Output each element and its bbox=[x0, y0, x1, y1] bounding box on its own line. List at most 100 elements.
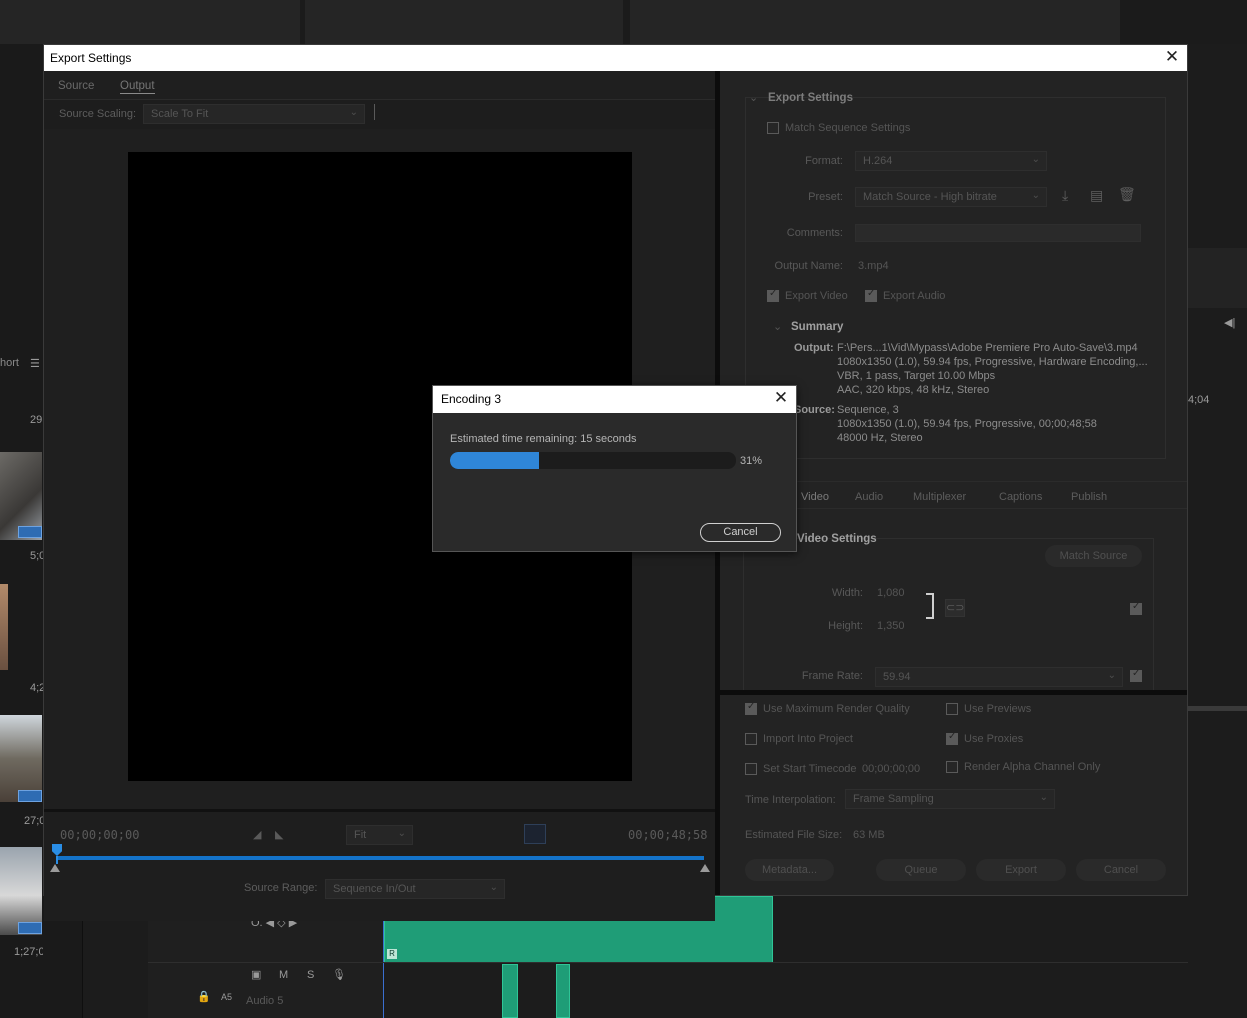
collapse-chevron-icon[interactable]: ⌄ bbox=[749, 91, 758, 104]
metadata-button[interactable]: Metadata... bbox=[745, 859, 834, 881]
project-panel-tab[interactable]: hort bbox=[0, 357, 19, 369]
mic-icon[interactable]: 🎙 bbox=[332, 968, 346, 981]
playhead-icon[interactable] bbox=[52, 844, 62, 856]
export-audio-label: Export Audio bbox=[883, 290, 946, 302]
comments-input[interactable] bbox=[855, 224, 1141, 242]
timestamp: 4;04 bbox=[1188, 394, 1210, 406]
summary-output-line: 1080x1350 (1.0), 59.94 fps, Progressive,… bbox=[837, 356, 1148, 368]
export-audio-checkbox[interactable] bbox=[865, 288, 877, 302]
close-icon[interactable]: ✕ bbox=[772, 389, 790, 407]
save-preset-icon[interactable]: ⤓ bbox=[1062, 187, 1068, 204]
match-source-button[interactable]: Match Source bbox=[1045, 545, 1142, 567]
render-alpha-checkbox[interactable] bbox=[946, 761, 958, 773]
source-scaling-dropdown[interactable]: Scale To Fit ⌄ bbox=[143, 104, 365, 124]
preset-dropdown[interactable]: Match Source - High bitrate ⌄ bbox=[855, 187, 1047, 207]
audio-clip[interactable] bbox=[556, 964, 570, 1018]
dialog-titlebar: Encoding 3 ✕ bbox=[433, 386, 796, 413]
clip-badge-icon bbox=[18, 922, 42, 934]
tab-video[interactable]: Video bbox=[801, 491, 829, 503]
summary-source-line: 48000 Hz, Stereo bbox=[837, 432, 923, 444]
cancel-encoding-button[interactable]: Cancel bbox=[700, 523, 781, 542]
window-title: Export Settings bbox=[50, 51, 132, 65]
width-value[interactable]: 1,080 bbox=[877, 587, 905, 599]
export-video-label: Export Video bbox=[785, 290, 848, 302]
timecode-out[interactable]: 00;00;48;58 bbox=[628, 828, 707, 842]
source-range-dropdown[interactable]: Sequence In/Out ⌄ bbox=[325, 879, 505, 899]
clip-thumbnail[interactable] bbox=[0, 715, 42, 802]
output-name-label: Output Name: bbox=[774, 260, 843, 272]
start-timecode-value[interactable]: 00;00;00;00 bbox=[862, 763, 920, 775]
mark-in-icon[interactable]: ◢ bbox=[253, 828, 261, 841]
preset-value: Match Source - High bitrate bbox=[863, 191, 997, 203]
set-start-timecode-checkbox[interactable] bbox=[745, 763, 757, 775]
summary-chevron-icon[interactable]: ⌄ bbox=[773, 320, 782, 333]
lock-icon[interactable]: 🔒 bbox=[197, 990, 211, 1003]
import-into-project-checkbox[interactable] bbox=[745, 733, 757, 745]
track-divider bbox=[148, 962, 1188, 963]
out-point-marker-icon[interactable] bbox=[700, 864, 710, 872]
use-proxies-label: Use Proxies bbox=[964, 733, 1024, 745]
clip-thumbnail[interactable] bbox=[0, 584, 8, 670]
tab-source[interactable]: Source bbox=[58, 80, 94, 92]
width-height-override-checkbox[interactable] bbox=[1130, 601, 1142, 615]
mute-button[interactable]: M bbox=[279, 969, 288, 981]
fit-dropdown[interactable]: Fit ⌄ bbox=[346, 825, 413, 845]
use-previews-checkbox[interactable] bbox=[946, 703, 958, 715]
format-dropdown[interactable]: H.264 ⌄ bbox=[855, 151, 1047, 171]
comments-label: Comments: bbox=[786, 227, 843, 239]
tab-multiplexer[interactable]: Multiplexer bbox=[913, 491, 966, 503]
link-dimensions-icon[interactable]: ⊂⊃ bbox=[945, 599, 965, 617]
frame-rate-dropdown[interactable]: 59.94 ⌄ bbox=[875, 667, 1123, 687]
time-interp-dropdown[interactable]: Frame Sampling ⌄ bbox=[845, 789, 1055, 809]
step-back-icon[interactable]: ◀| bbox=[1224, 316, 1235, 329]
in-point-marker-icon[interactable] bbox=[50, 864, 60, 872]
panel-menu-icon[interactable]: ☰ bbox=[30, 357, 40, 370]
cancel-button[interactable]: Cancel bbox=[1076, 859, 1166, 881]
use-max-render-quality-label: Use Maximum Render Quality bbox=[763, 703, 910, 715]
aspect-correction-icon[interactable] bbox=[524, 824, 546, 844]
tab-publish[interactable]: Publish bbox=[1071, 491, 1107, 503]
audio-clip[interactable] bbox=[502, 964, 518, 1018]
top-panel-mid bbox=[305, 0, 623, 44]
progress-bar bbox=[450, 452, 736, 469]
solo-button[interactable]: S bbox=[307, 969, 314, 981]
tab-captions[interactable]: Captions bbox=[999, 491, 1042, 503]
mark-out-icon[interactable]: ◣ bbox=[275, 828, 283, 841]
height-value[interactable]: 1,350 bbox=[877, 620, 905, 632]
match-sequence-checkbox[interactable] bbox=[767, 122, 779, 134]
scrub-bar[interactable] bbox=[56, 856, 704, 860]
frame-rate-value: 59.94 bbox=[883, 671, 911, 683]
use-proxies-checkbox[interactable] bbox=[946, 731, 958, 745]
clip-badge-icon bbox=[18, 526, 42, 538]
tab-output[interactable]: Output bbox=[120, 80, 155, 94]
queue-button[interactable]: Queue bbox=[876, 859, 966, 881]
est-file-size-label: Estimated File Size: bbox=[745, 829, 843, 841]
format-value: H.264 bbox=[863, 155, 893, 167]
export-video-checkbox[interactable] bbox=[767, 288, 779, 302]
tab-audio[interactable]: Audio bbox=[855, 491, 883, 503]
chevron-down-icon: ⌄ bbox=[349, 107, 358, 118]
camera-icon[interactable]: ▣ bbox=[251, 968, 261, 981]
export-button[interactable]: Export bbox=[976, 859, 1066, 881]
import-preset-icon[interactable]: ▤ bbox=[1090, 187, 1103, 204]
output-name-link[interactable]: 3.mp4 bbox=[858, 260, 889, 272]
source-scaling-row: Source Scaling: Scale To Fit ⌄ bbox=[44, 99, 715, 129]
use-previews-label: Use Previews bbox=[964, 703, 1032, 715]
frame-rate-override-checkbox[interactable] bbox=[1130, 668, 1142, 682]
scroll-bar[interactable] bbox=[1188, 706, 1247, 711]
clip-badge-icon bbox=[18, 790, 42, 802]
project-panel: hort ☰ 29 5;0 4;2 27;0 1;27;04 bbox=[0, 44, 51, 1018]
summary-source-line: Sequence, 3 bbox=[837, 404, 899, 416]
import-into-project-label: Import Into Project bbox=[763, 733, 853, 745]
source-scaling-value: Scale To Fit bbox=[151, 108, 209, 120]
close-icon[interactable]: ✕ bbox=[1163, 48, 1181, 66]
chevron-down-icon: ⌄ bbox=[1031, 190, 1040, 201]
format-label: Format: bbox=[805, 155, 843, 167]
delete-preset-icon[interactable]: 🗑 bbox=[1118, 186, 1136, 203]
frame-rate-label: Frame Rate: bbox=[801, 670, 863, 682]
timecode-in[interactable]: 00;00;00;00 bbox=[60, 828, 139, 842]
track-name: Audio 5 bbox=[246, 995, 284, 1007]
use-max-render-quality-checkbox[interactable] bbox=[745, 701, 757, 715]
chevron-down-icon: ⌄ bbox=[1039, 792, 1048, 803]
summary-output-key: Output: bbox=[794, 342, 834, 354]
